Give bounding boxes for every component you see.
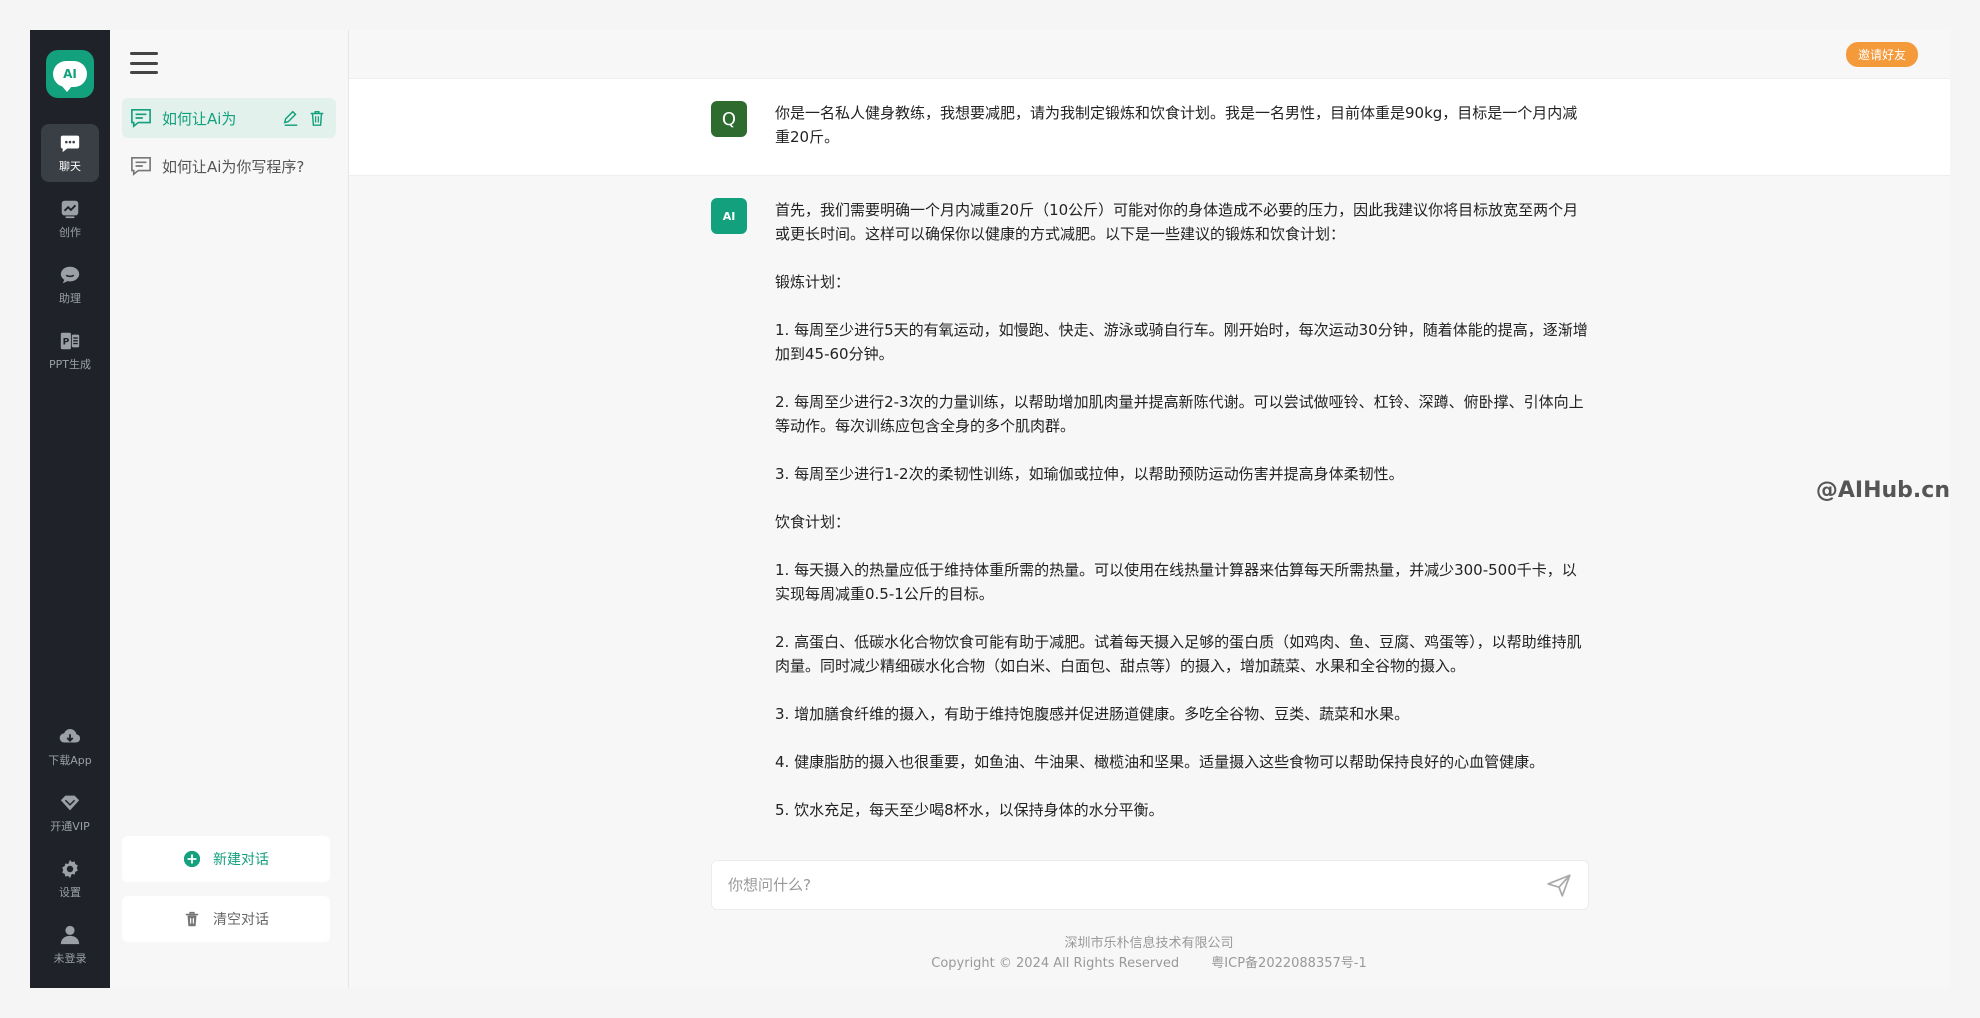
ai-paragraph: 2. 高蛋白、低碳水化合物饮食可能有助于减肥。试着每天摄入足够的蛋白质（如鸡肉、… [775, 633, 1582, 675]
ai-paragraph: 2. 每周至少进行2-3次的力量训练，以帮助增加肌肉量并提高新陈代谢。可以尝试做… [775, 393, 1584, 435]
ai-section-heading: 饮食计划： [775, 513, 851, 531]
ai-section-heading: 锻炼计划： [775, 273, 851, 291]
footer: 深圳市乐朴信息技术有限公司 Copyright © 2024 All Right… [711, 934, 1587, 974]
chat-input-box [711, 860, 1589, 910]
app-logo[interactable]: AI [46, 50, 94, 98]
ai-paragraph: 1. 每天摄入的热量应低于维持体重所需的热量。可以使用在线热量计算器来估算每天所… [775, 561, 1577, 603]
ai-paragraph: 3. 每周至少进行1-2次的柔韧性训练，如瑜伽或拉伸，以帮助预防运动伤害并提高身… [775, 465, 1404, 483]
ai-paragraph: 首先，我们需要明确一个月内减重20斤（10公斤）可能对你的身体造成不必要的压力，… [775, 201, 1579, 243]
hamburger-line [130, 52, 158, 55]
chat-input[interactable] [712, 875, 1546, 895]
rail-item-assistant[interactable]: 助理 [41, 256, 99, 314]
user-avatar: Q [711, 101, 747, 137]
rail-item-settings[interactable]: 设置 [41, 850, 99, 908]
ai-paragraph: 3. 增加膳食纤维的摄入，有助于维持饱腹感并促进肠道健康。多吃全谷物、豆类、蔬菜… [775, 705, 1410, 723]
conversation-sidebar: 如何让Ai为 如何让Ai为你写程序? 新建对话 清空对话 [110, 30, 349, 988]
footer-legal: Copyright © 2024 All Rights Reserved 粤IC… [711, 954, 1587, 974]
chat-icon [58, 132, 82, 154]
footer-company: 深圳市乐朴信息技术有限公司 [1064, 936, 1234, 951]
rail-item-ppt[interactable]: P PPT生成 [41, 322, 99, 380]
new-chat-button[interactable]: 新建对话 [122, 836, 330, 882]
chat-main: 邀请好友 Q 你是一名私人健身教练，我想要减肥，请为我制定锻炼和饮食计划。我是一… [349, 30, 1950, 988]
chat-bubble-icon [131, 109, 151, 128]
conversation-item-active[interactable]: 如何让Ai为 [122, 98, 336, 138]
chat-bubble-icon [131, 157, 151, 176]
conversation-label: 如何让Ai为 [162, 109, 237, 128]
user-message-text: 你是一名私人健身教练，我想要减肥，请为我制定锻炼和饮食计划。我是一名男性，目前体… [775, 104, 1578, 146]
footer-copyright: Copyright © 2024 All Rights Reserved [931, 956, 1180, 971]
conversation-item[interactable]: 如何让Ai为你写程序? [122, 146, 336, 186]
rail-item-login[interactable]: 未登录 [41, 916, 99, 974]
menu-toggle-button[interactable] [130, 52, 158, 74]
app-window: AI 聊天 创作 助理 P PPT生成 下载App 开通VIP 设置 未登录 如… [30, 30, 1950, 988]
rail-item-create[interactable]: 创作 [41, 190, 99, 248]
logo-icon: AI [53, 61, 87, 92]
watermark: @AIHub.cn [1815, 478, 1950, 503]
trash-icon [183, 910, 201, 928]
ai-paragraph: 1. 每周至少进行5天的有氧运动，如慢跑、快走、游泳或骑自行车。刚开始时，每次运… [775, 321, 1588, 363]
footer-icp-link[interactable]: 粤ICP备2022088357号-1 [1211, 956, 1366, 971]
hamburger-line [130, 71, 158, 74]
svg-text:P: P [63, 337, 70, 348]
vip-icon [58, 792, 82, 814]
invite-friends-button[interactable]: 邀请好友 [1845, 42, 1918, 67]
create-icon [58, 198, 82, 220]
ai-avatar: AI [711, 198, 747, 234]
ppt-icon: P [58, 330, 82, 352]
clear-chats-button[interactable]: 清空对话 [122, 896, 330, 942]
user-message-row: Q 你是一名私人健身教练，我想要减肥，请为我制定锻炼和饮食计划。我是一名男性，目… [349, 78, 1950, 176]
rail-item-download-app[interactable]: 下载App [41, 718, 99, 776]
ai-paragraph: 5. 饮水充足，每天至少喝8杯水，以保持身体的水分平衡。 [775, 801, 1164, 819]
delete-icon[interactable] [306, 107, 328, 129]
ai-paragraph: 4. 健康脂肪的摄入也很重要，如鱼油、牛油果、橄榄油和坚果。适量摄入这些食物可以… [775, 753, 1545, 771]
download-icon [58, 726, 82, 748]
hamburger-line [130, 61, 158, 65]
send-icon[interactable] [1546, 872, 1572, 898]
rail-item-vip[interactable]: 开通VIP [41, 784, 99, 842]
rail-item-chat[interactable]: 聊天 [41, 124, 99, 182]
edit-icon[interactable] [280, 107, 302, 129]
conversation-label: 如何让Ai为你写程序? [162, 157, 305, 176]
user-icon [58, 924, 82, 946]
plus-circle-icon [183, 850, 201, 868]
icon-rail: AI 聊天 创作 助理 P PPT生成 下载App 开通VIP 设置 未登录 [30, 30, 110, 988]
assistant-icon [58, 264, 82, 286]
ai-message-text: 首先，我们需要明确一个月内减重20斤（10公斤）可能对你的身体造成不必要的压力，… [775, 198, 1589, 822]
gear-icon [58, 858, 82, 880]
